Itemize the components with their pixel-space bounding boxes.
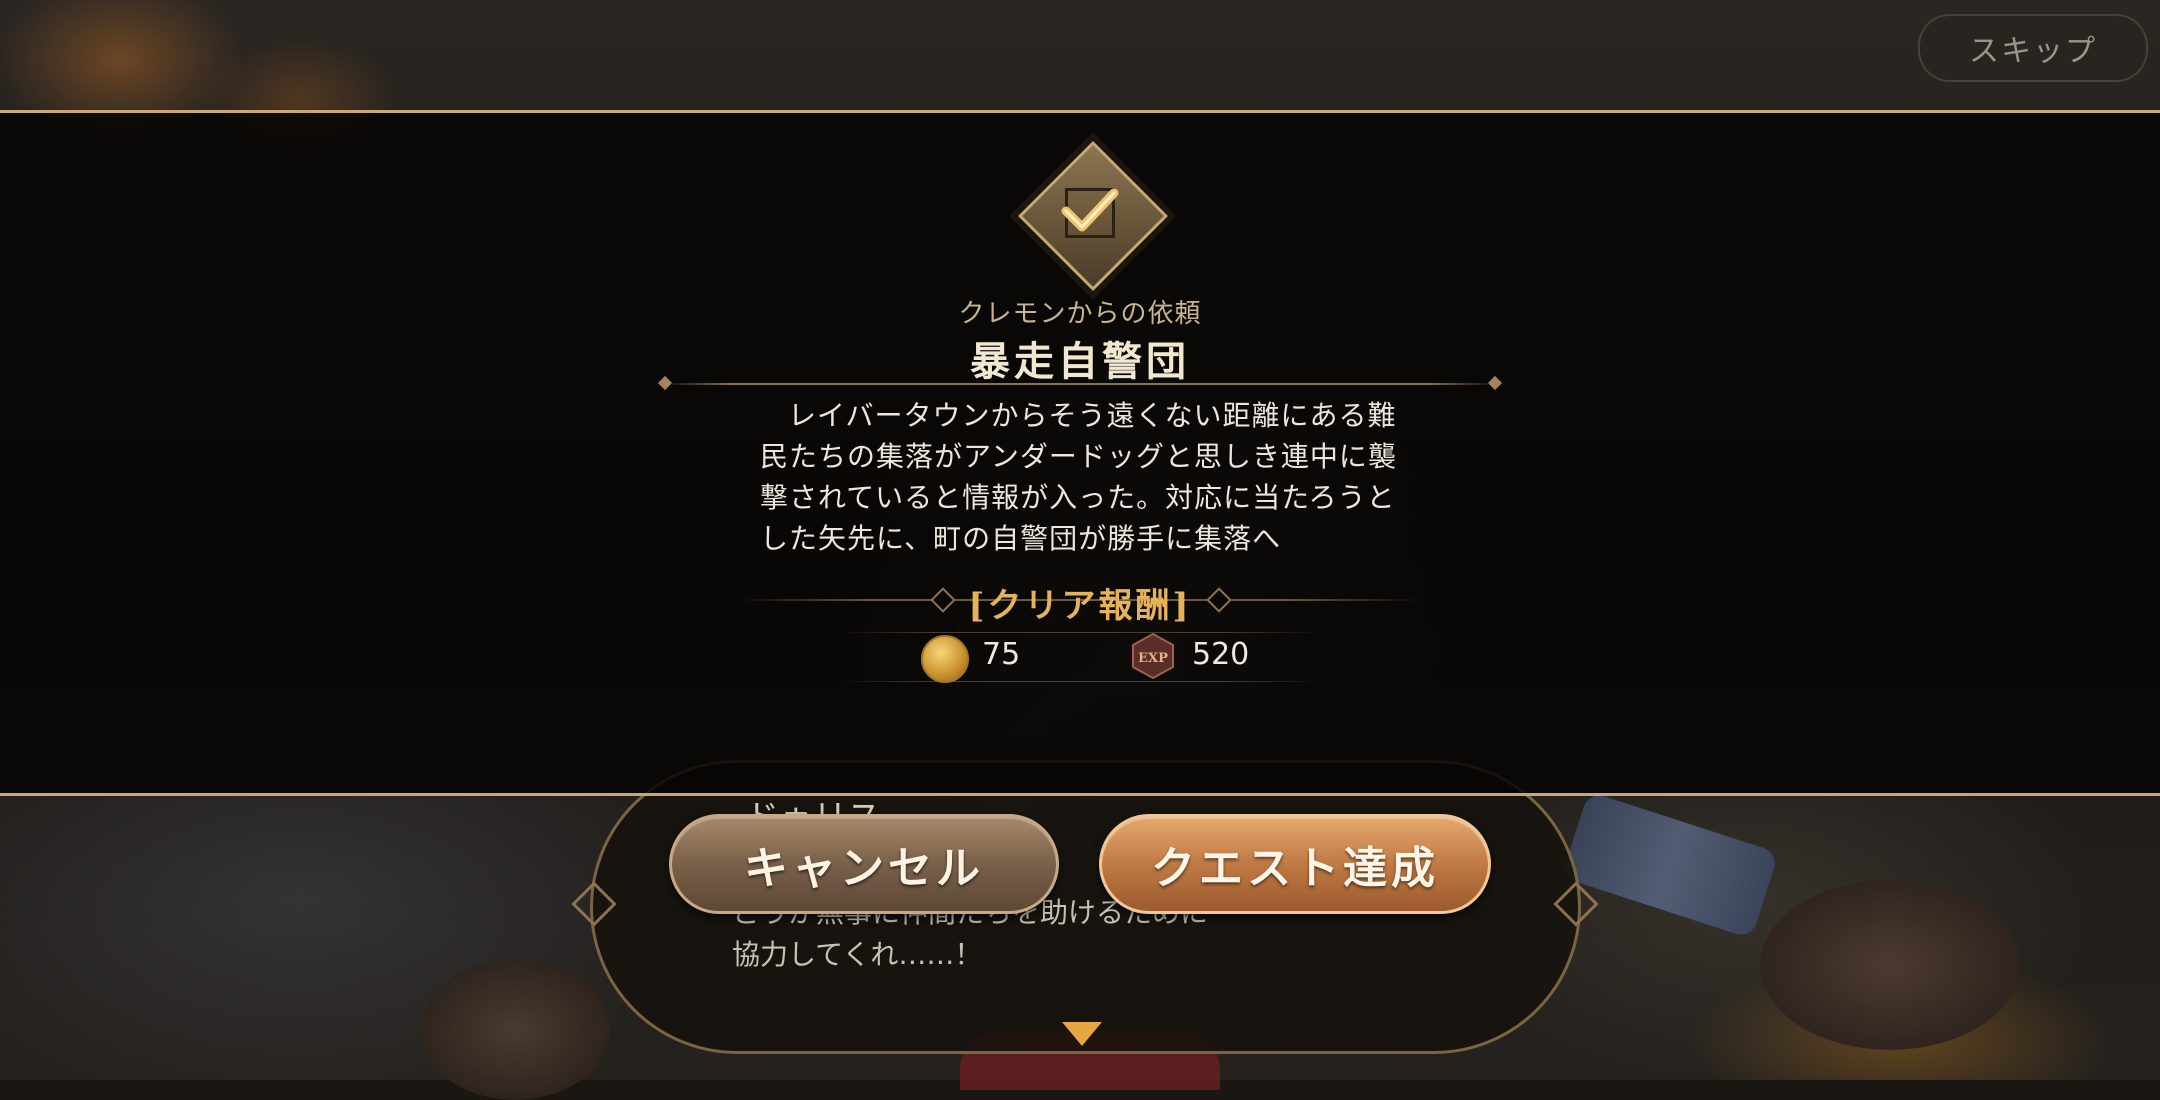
character-right-hand xyxy=(1760,880,2020,1050)
reward-row-top-line xyxy=(840,632,1320,633)
cancel-button[interactable]: キャンセル xyxy=(669,814,1059,914)
reward-header: [クリア報酬] xyxy=(968,586,1192,626)
quest-description: レイバータウンからそう遠くない距離にある難民たちの集落がアンダードッグと思しき連… xyxy=(760,399,1397,555)
exp-reward-value: 520 xyxy=(1192,637,1250,672)
next-arrow-icon[interactable] xyxy=(1062,1022,1102,1046)
reward-row-bottom-line xyxy=(840,681,1320,682)
exp-icon: EXP xyxy=(1130,632,1176,680)
exp-icon-label: EXP xyxy=(1138,651,1168,666)
skip-button[interactable]: スキップ xyxy=(1918,14,2148,82)
quest-client: クレモンからの依頼 xyxy=(958,299,1202,329)
title-divider xyxy=(664,383,1496,385)
complete-quest-button[interactable]: クエスト達成 xyxy=(1099,814,1491,914)
quest-panel: クレモンからの依頼 暴走自警団 レイバータウンからそう遠くない距離にある難民たち… xyxy=(0,110,2160,796)
checkmark-icon xyxy=(1052,179,1128,243)
coin-icon xyxy=(921,635,969,683)
coin-reward-value: 75 xyxy=(982,637,1021,672)
character-left-hand xyxy=(420,960,610,1100)
quest-title: 暴走自警団 xyxy=(970,338,1190,385)
